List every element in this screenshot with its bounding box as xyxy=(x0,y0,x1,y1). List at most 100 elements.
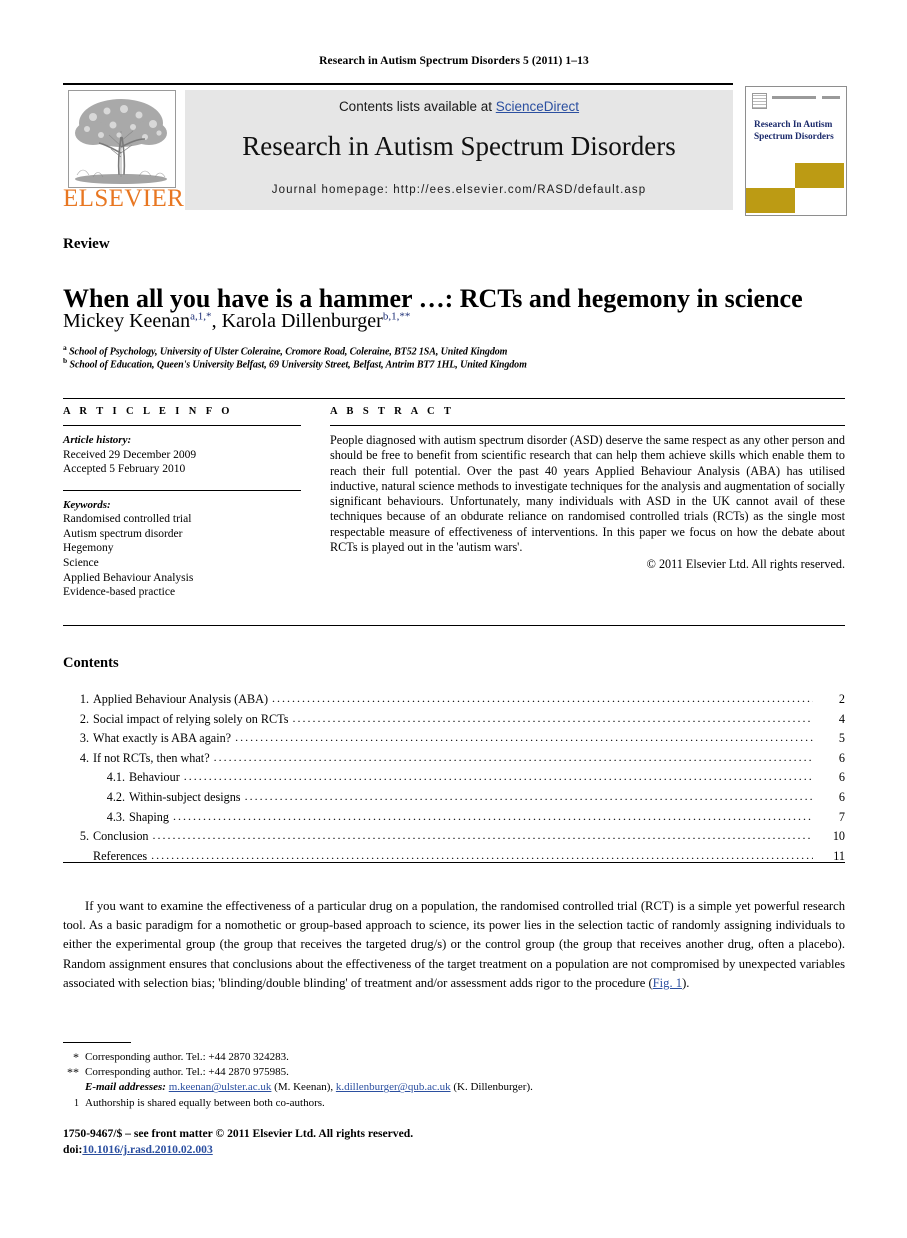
toc-leader-dots: ........................................… xyxy=(235,730,813,745)
toc-row[interactable]: 1. Applied Behaviour Analysis (ABA)......… xyxy=(63,690,845,710)
toc-number: 1. xyxy=(79,692,89,706)
footnote-row-emails: E-mail addresses: m.keenan@ulster.ac.uk … xyxy=(63,1080,845,1095)
cover-mini-issn-line xyxy=(822,96,840,99)
email-link-keenan[interactable]: m.keenan@ulster.ac.uk xyxy=(169,1081,272,1093)
figure-1-crossref-link[interactable]: Fig. 1 xyxy=(653,976,682,990)
toc-label: Shaping xyxy=(129,809,169,824)
toc-label: If not RCTs, then what? xyxy=(93,750,210,765)
toc-row[interactable]: 4.2. Within-subject designs..............… xyxy=(63,788,845,808)
toc-page-number: 6 xyxy=(838,770,845,785)
doi-link[interactable]: 10.1016/j.rasd.2010.02.003 xyxy=(82,1143,212,1156)
body-paragraph-text-a: If you want to examine the effectiveness… xyxy=(63,898,845,991)
article-info-column: A R T I C L E I N F O Article history: R… xyxy=(63,406,301,600)
contents-heading: Contents xyxy=(63,655,119,671)
toc-number: 4.2. xyxy=(106,789,125,804)
toc-number: 4. xyxy=(79,750,89,765)
toc-page-number: 10 xyxy=(832,829,845,844)
keyword-item: Applied Behaviour Analysis xyxy=(63,571,194,584)
journal-band: Contents lists available at ScienceDirec… xyxy=(185,90,733,210)
masthead-top-rule xyxy=(63,83,733,85)
abstract-text: People diagnosed with autism spectrum di… xyxy=(330,433,845,555)
email-owner-dillenburger: (K. Dillenburger). xyxy=(450,1081,533,1094)
article-type-label: Review xyxy=(63,236,110,252)
contents-available-line: Contents lists available at ScienceDirec… xyxy=(185,99,733,114)
footnote-row: 1 Authorship is shared equally between b… xyxy=(63,1096,845,1111)
doi-line: doi:10.1016/j.rasd.2010.02.003 xyxy=(63,1142,663,1158)
sciencedirect-link[interactable]: ScienceDirect xyxy=(496,99,579,114)
cover-square-lower-left xyxy=(746,188,795,213)
contents-bottom-rule xyxy=(63,862,845,863)
keyword-item: Hegemony xyxy=(63,542,114,555)
journal-cover-thumbnail: Research In Autism Spectrum Disorders xyxy=(745,86,847,216)
toc-leader-dots: ........................................… xyxy=(244,788,813,803)
elsevier-tree-icon xyxy=(68,90,176,188)
front-matter-line: 1750-9467/$ – see front matter © 2011 El… xyxy=(63,1127,414,1140)
footnote-separator-rule xyxy=(63,1042,131,1043)
toc-label: References xyxy=(93,848,148,863)
toc-label: Conclusion xyxy=(93,829,149,844)
cover-graphic xyxy=(746,163,844,213)
footnotes: * Corresponding author. Tel.: +44 2870 3… xyxy=(63,1050,845,1111)
abstract-heading: A B S T R A C T xyxy=(330,406,455,417)
footnote-marker-double-star: ** xyxy=(67,1065,79,1080)
table-of-contents: 1. Applied Behaviour Analysis (ABA)......… xyxy=(63,690,845,866)
toc-leader-dots: ........................................… xyxy=(152,828,813,843)
journal-masthead: ELSEVIER Contents lists available at Sci… xyxy=(63,86,733,214)
affiliation-b: b School of Education, Queen's Universit… xyxy=(63,356,527,371)
contents-available-prefix: Contents lists available at xyxy=(338,99,496,114)
doi-label: doi: xyxy=(63,1143,83,1156)
email-addresses-label: E-mail addresses: xyxy=(85,1081,166,1094)
abstract-copyright: © 2011 Elsevier Ltd. All rights reserved… xyxy=(646,557,845,572)
footnote-marker-star: * xyxy=(73,1050,79,1064)
toc-page-number: 4 xyxy=(838,711,845,726)
toc-page-number: 11 xyxy=(833,848,845,863)
abstract-column: A B S T R A C T People diagnosed with au… xyxy=(330,406,845,572)
keywords-label: Keywords: xyxy=(63,498,111,511)
toc-leader-dots: ........................................… xyxy=(213,749,813,764)
toc-row[interactable]: References..............................… xyxy=(63,847,845,867)
cover-title: Research In Autism Spectrum Disorders xyxy=(754,120,834,142)
toc-number: 4.3. xyxy=(106,809,125,824)
abstract-rule xyxy=(330,425,845,426)
footnote-text-corresponding-2: Corresponding author. Tel.: +44 2870 975… xyxy=(85,1066,289,1079)
body-paragraph: If you want to examine the effectiveness… xyxy=(63,897,845,994)
cover-square-upper-right xyxy=(795,163,844,188)
toc-page-number: 5 xyxy=(838,731,845,746)
toc-row[interactable]: 3. What exactly is ABA again?............… xyxy=(63,729,845,749)
body-paragraph-text-b: ). xyxy=(682,976,690,991)
toc-row[interactable]: 5. Conclusion............................… xyxy=(63,827,845,847)
toc-number: 5. xyxy=(79,829,89,844)
toc-label: Social impact of relying solely on RCTs xyxy=(93,711,289,726)
keywords-rule xyxy=(63,489,301,491)
toc-page-number: 7 xyxy=(838,809,845,824)
footnote-emails: E-mail addresses: m.keenan@ulster.ac.uk … xyxy=(85,1080,845,1095)
info-block-top-rule xyxy=(63,398,845,399)
toc-number: 2. xyxy=(79,711,89,726)
toc-row[interactable]: 2. Social impact of relying solely on RCT… xyxy=(63,710,845,730)
article-history-accepted: Accepted 5 February 2010 xyxy=(63,463,186,476)
toc-row[interactable]: 4.3. Shaping.............................… xyxy=(63,808,845,828)
footnote-text-corresponding-1: Corresponding author. Tel.: +44 2870 324… xyxy=(85,1051,289,1063)
toc-number: 3. xyxy=(79,731,89,746)
elsevier-logo: ELSEVIER xyxy=(63,86,185,214)
elsevier-wordmark: ELSEVIER xyxy=(63,185,185,212)
toc-row[interactable]: 4.1. Behaviour...........................… xyxy=(63,768,845,788)
toc-leader-dots: ........................................… xyxy=(272,691,813,705)
toc-leader-dots: ........................................… xyxy=(183,769,813,784)
journal-homepage-line: Journal homepage: http://ees.elsevier.co… xyxy=(271,184,647,196)
email-link-dillenburger[interactable]: k.dillenburger@qub.ac.uk xyxy=(336,1081,451,1093)
email-owner-keenan: (M. Keenan), xyxy=(271,1081,336,1094)
running-head: Research in Autism Spectrum Disorders 5 … xyxy=(319,55,589,67)
keyword-item: Science xyxy=(63,556,99,569)
toc-label: What exactly is ABA again? xyxy=(93,731,232,746)
footnote-text-authorship: Authorship is shared equally between bot… xyxy=(85,1096,325,1109)
footnote-marker-one: 1 xyxy=(74,1097,79,1109)
footnote-row: ** Corresponding author. Tel.: +44 2870 … xyxy=(63,1065,845,1080)
toc-label: Within-subject designs xyxy=(129,789,241,804)
cover-mini-logo-icon xyxy=(752,93,767,109)
article-history-received: Received 29 December 2009 xyxy=(63,448,197,461)
toc-row[interactable]: 4. If not RCTs, then what?...............… xyxy=(63,749,845,769)
toc-page-number: 2 xyxy=(838,692,845,706)
journal-title: Research in Autism Spectrum Disorders xyxy=(242,131,676,161)
article-page: Research in Autism Spectrum Disorders 5 … xyxy=(0,0,907,1238)
